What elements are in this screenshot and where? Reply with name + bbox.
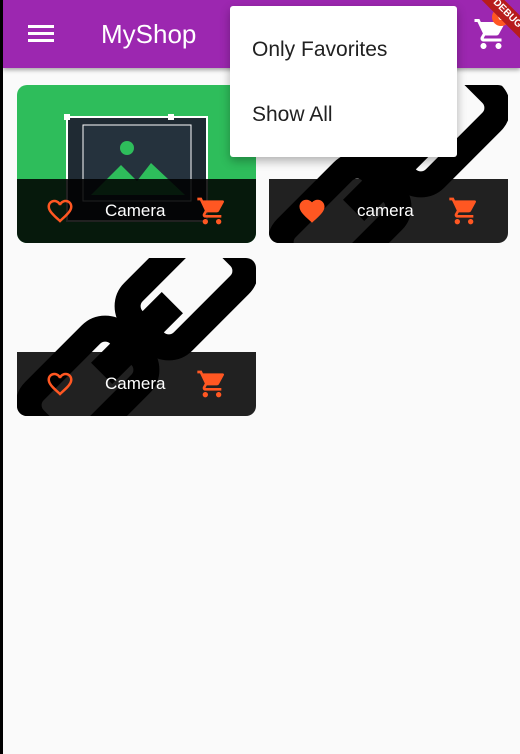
drawer-menu-button[interactable] — [25, 18, 61, 50]
menu-item-only-favorites[interactable]: Only Favorites — [230, 22, 457, 78]
product-title: Camera — [105, 201, 166, 220]
favorite-button[interactable] — [45, 196, 75, 226]
favorite-button[interactable] — [45, 369, 75, 399]
app-title: MyShop — [101, 19, 197, 49]
favorite-button[interactable] — [297, 196, 327, 226]
product-title: Camera — [105, 374, 166, 393]
product-tile[interactable]: Camera — [17, 258, 256, 416]
filter-popup-menu: Only Favorites Show All — [230, 6, 457, 157]
add-to-cart-button[interactable] — [196, 195, 228, 227]
left-edge — [0, 0, 3, 754]
heart-outline-icon — [47, 199, 73, 223]
menu-icon — [28, 25, 54, 42]
shopping-cart-icon — [197, 370, 225, 398]
heart-outline-icon — [47, 372, 73, 396]
shopping-cart-icon — [449, 197, 477, 225]
product-footer-bar: camera — [269, 179, 508, 243]
product-tile[interactable]: Camera — [17, 85, 256, 243]
menu-item-show-all[interactable]: Show All — [230, 87, 457, 143]
add-to-cart-button[interactable] — [448, 195, 480, 227]
product-footer-bar: Camera — [17, 179, 256, 243]
product-title: camera — [357, 201, 414, 220]
shopping-cart-icon — [197, 197, 225, 225]
product-footer-bar: Camera — [17, 352, 256, 416]
heart-filled-icon — [299, 199, 325, 223]
add-to-cart-button[interactable] — [196, 368, 228, 400]
